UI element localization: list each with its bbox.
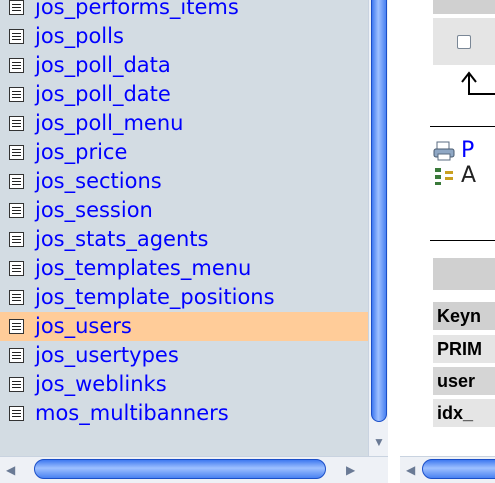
table-icon[interactable] (9, 377, 24, 392)
table-list-item[interactable]: jos_template_positions (0, 283, 368, 312)
table-name-link[interactable]: jos_session (35, 200, 153, 221)
scroll-down-arrow-icon[interactable]: ▼ (371, 432, 387, 452)
table-icon[interactable] (9, 406, 24, 421)
index-row-username: user (433, 367, 495, 395)
table-list-item[interactable]: jos_session (0, 196, 368, 225)
table-icon[interactable] (9, 174, 24, 189)
indexes-keyname-header: Keyn (433, 302, 495, 330)
horizontal-scrollbar-thumb-right[interactable] (422, 459, 495, 479)
divider-line (430, 126, 495, 127)
table-list-item[interactable]: jos_poll_data (0, 51, 368, 80)
index-row-idx: idx_ (433, 399, 495, 427)
table-icon[interactable] (9, 29, 24, 44)
vertical-scrollbar[interactable]: ▼ (368, 0, 388, 456)
horizontal-scrollbar-left[interactable]: ◀ ▶ (0, 456, 388, 483)
table-name-link[interactable]: jos_weblinks (35, 374, 167, 395)
table-name-link[interactable]: mos_multibanners (35, 403, 229, 424)
table-name-link[interactable]: jos_stats_agents (35, 229, 208, 250)
table-name-link[interactable]: jos_users (35, 316, 132, 337)
scroll-left-arrow-icon[interactable]: ◀ (6, 460, 15, 480)
table-icon[interactable] (9, 116, 24, 131)
table-name-link[interactable]: jos_performs_items (35, 0, 239, 18)
row-checkbox[interactable] (457, 35, 471, 49)
table-list: jos_performs_items jos_polls jos_poll_data… (0, 0, 368, 428)
table-icon[interactable] (9, 319, 24, 334)
table-icon[interactable] (9, 87, 24, 102)
table-list-item[interactable]: jos_usertypes (0, 341, 368, 370)
table-icon[interactable] (9, 145, 24, 160)
table-list-item[interactable]: jos_stats_agents (0, 225, 368, 254)
horizontal-scrollbar-right[interactable]: ◀ (400, 456, 495, 483)
table-name-link[interactable]: jos_usertypes (35, 345, 179, 366)
print-view-link[interactable]: P (433, 138, 474, 163)
print-view-label[interactable]: P (461, 138, 474, 163)
divider-line (430, 240, 495, 241)
table-list-item[interactable]: jos_poll_date (0, 80, 368, 109)
table-list-item[interactable]: jos_price (0, 138, 368, 167)
table-navigation-frame: jos_performs_items jos_polls jos_poll_data… (0, 0, 388, 456)
table-list-item[interactable]: jos_templates_menu (0, 254, 368, 283)
table-list-item[interactable]: mos_multibanners (0, 399, 368, 428)
table-name-link[interactable]: jos_poll_date (35, 84, 171, 105)
horizontal-scrollbar-thumb-left[interactable] (34, 459, 326, 479)
table-name-link[interactable]: jos_price (35, 142, 127, 163)
table-icon[interactable] (9, 58, 24, 73)
table-list-item[interactable]: jos_sections (0, 167, 368, 196)
table-icon[interactable] (9, 261, 24, 276)
frame-divider[interactable] (388, 0, 400, 482)
printer-icon (433, 141, 455, 160)
content-frame: P A Keyn PRIM user idx_ (400, 0, 495, 456)
table-header-strip (433, 0, 495, 14)
relation-view-label[interactable]: A (461, 163, 476, 188)
table-name-link[interactable]: jos_poll_data (35, 55, 171, 76)
table-icon[interactable] (9, 203, 24, 218)
structure-row (433, 18, 495, 65)
vertical-scrollbar-thumb[interactable] (371, 0, 387, 422)
table-list-item[interactable]: jos_poll_menu (0, 109, 368, 138)
scroll-right-arrow-icon[interactable]: ▶ (346, 460, 355, 480)
table-icon[interactable] (9, 232, 24, 247)
table-list-item[interactable]: jos_users (0, 312, 368, 341)
table-list-item[interactable]: jos_polls (0, 22, 368, 51)
relation-view-link[interactable]: A (433, 163, 476, 188)
arrow-up-left-icon (461, 71, 495, 95)
table-name-link[interactable]: jos_sections (35, 171, 162, 192)
scroll-left-arrow-icon[interactable]: ◀ (406, 460, 415, 480)
table-list-item[interactable]: jos_weblinks (0, 370, 368, 399)
table-icon[interactable] (9, 0, 24, 15)
table-name-link[interactable]: jos_polls (35, 26, 124, 47)
table-icon[interactable] (9, 348, 24, 363)
table-list-item[interactable]: jos_performs_items (0, 0, 368, 22)
table-name-link[interactable]: jos_template_positions (35, 287, 275, 308)
table-name-link[interactable]: jos_templates_menu (35, 258, 251, 279)
table-name-link[interactable]: jos_poll_menu (35, 113, 183, 134)
indexes-header (433, 258, 495, 290)
relation-icon (435, 167, 453, 185)
table-icon[interactable] (9, 290, 24, 305)
index-row-primary: PRIM (433, 335, 495, 363)
